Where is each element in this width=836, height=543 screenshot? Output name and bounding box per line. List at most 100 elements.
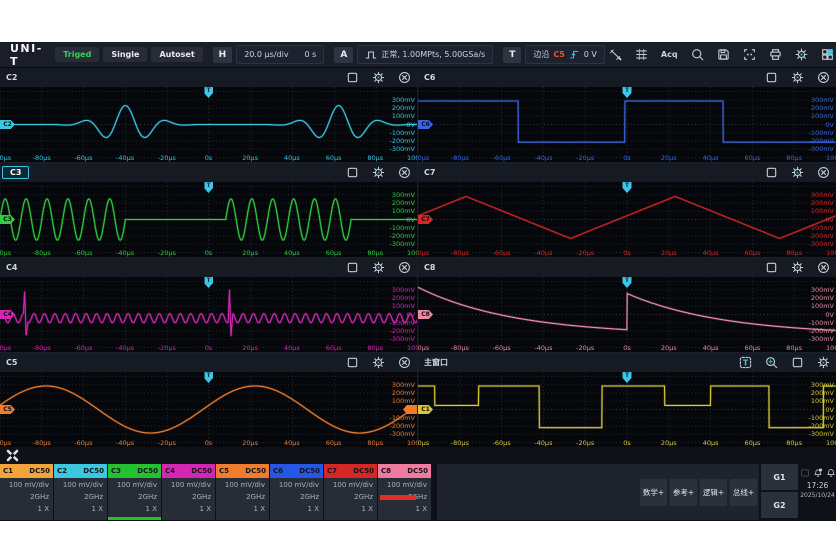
waveform-plot-c5[interactable]: TC5300mV200mV100mV0V-100mV-200mV-300mV-1… — [0, 372, 417, 447]
checkbox-icon[interactable] — [765, 71, 778, 84]
menu-button-2[interactable]: 逻辑+ — [700, 479, 727, 506]
bell-badge-icon[interactable] — [813, 468, 823, 478]
y-axis-label: 200mV — [392, 199, 415, 207]
acq-button[interactable]: Acq — [661, 50, 678, 59]
waveform-plot-c3[interactable]: TC3300mV200mV100mV0V-100mV-200mV-300mV-1… — [0, 182, 417, 257]
channel-badge-c7[interactable]: C7DC50100 mV/div2GHz1 X — [324, 464, 377, 520]
y-axis-label: -300mV — [389, 240, 415, 248]
panel-title-c3[interactable]: C3 — [2, 166, 29, 179]
x-axis-label: 80µs — [786, 249, 802, 257]
gear-icon[interactable] — [372, 71, 385, 84]
acquire-label[interactable]: A — [334, 47, 353, 63]
waveform-plot-c4[interactable]: TC4300mV200mV100mV0V-100mV-200mV-300mV-1… — [0, 277, 417, 352]
measure-icon[interactable] — [635, 48, 648, 61]
acquire-box[interactable]: 正常, 1.00MPts, 5.00GSa/s — [357, 45, 493, 64]
panel-title-c4[interactable]: C4 — [6, 263, 17, 272]
zoom-in-icon[interactable] — [765, 356, 778, 369]
layout-icon[interactable] — [821, 48, 834, 61]
gear-icon[interactable] — [791, 71, 804, 84]
y-axis-label: 200mV — [811, 199, 834, 207]
close-icon[interactable] — [398, 166, 411, 179]
waveform-svg — [0, 87, 417, 162]
panel-title-main[interactable]: 主窗口 — [424, 357, 448, 368]
gear-icon[interactable] — [791, 166, 804, 179]
trigger-box[interactable]: 边沿 C5 0 V — [525, 45, 605, 64]
y-axis-label: 100mV — [811, 112, 834, 120]
waveform-plot-c6[interactable]: TC6300mV200mV100mV0V-100mV-200mV-300mV-1… — [418, 87, 836, 162]
channel-badge-c8[interactable]: C8DC50100 mV/div2GHz1 X — [378, 464, 431, 520]
close-icon[interactable] — [398, 261, 411, 274]
checkbox-icon[interactable] — [346, 166, 359, 179]
waveform-plot-main[interactable]: TC1300mV200mV100mV0V-100mV-200mV-300mV-1… — [418, 372, 836, 447]
close-icon[interactable] — [817, 261, 830, 274]
panel-title-c7[interactable]: C7 — [424, 168, 435, 177]
checkbox-icon[interactable] — [346, 356, 359, 369]
y-axis-label: -100mV — [808, 319, 834, 327]
print-icon[interactable] — [769, 48, 782, 61]
x-axis-label: -20µs — [576, 249, 594, 257]
gear-icon[interactable] — [372, 356, 385, 369]
channel-id: C5 — [219, 467, 229, 475]
x-axis-label: 100µs — [407, 249, 417, 257]
x-axis-label: 20µs — [242, 249, 258, 257]
multi-window-close-icon[interactable] — [5, 448, 20, 463]
y-axis-label: 0V — [406, 121, 415, 129]
bell-icon[interactable] — [826, 468, 836, 478]
oscilloscope-app: UNI-T Triged Single Autoset H 20.0 µs/di… — [0, 42, 836, 521]
trigger-status-button[interactable]: Triged — [55, 47, 99, 62]
menu-button-3[interactable]: 总线+ — [730, 479, 757, 506]
checkbox-icon[interactable] — [765, 166, 778, 179]
y-axis-label: 0V — [825, 311, 834, 319]
channel-id: C4 — [165, 467, 175, 475]
close-icon[interactable] — [817, 71, 830, 84]
close-icon[interactable] — [817, 166, 830, 179]
settings-icon[interactable] — [795, 48, 808, 61]
gear-icon[interactable] — [817, 356, 830, 369]
close-icon[interactable] — [398, 71, 411, 84]
channel-badge-c4[interactable]: C4DC50100 mV/div2GHz1 X — [162, 464, 215, 520]
probe-value: 1 X — [0, 502, 53, 514]
panel-header-c5: C5 — [0, 353, 417, 372]
x-axis-label: 40µs — [284, 249, 300, 257]
waveform-plot-c2[interactable]: TC2300mV200mV100mV0V-100mV-200mV-300mV-1… — [0, 87, 417, 162]
panel-title-c2[interactable]: C2 — [6, 73, 17, 82]
y-axis-label: 0V — [406, 406, 415, 414]
horizontal-label[interactable]: H — [213, 47, 233, 63]
x-axis-label: -60µs — [493, 249, 511, 257]
gear-icon[interactable] — [791, 261, 804, 274]
checkbox-icon[interactable] — [346, 71, 359, 84]
checkbox-icon[interactable] — [791, 356, 804, 369]
trigger-label[interactable]: T — [503, 47, 521, 63]
channel-badge-c5[interactable]: C5DC50100 mV/div2GHz1 X — [216, 464, 269, 520]
search-icon[interactable] — [691, 48, 704, 61]
channel-badge-c6[interactable]: C6DC50100 mV/div2GHz1 X — [270, 464, 323, 520]
panel-title-c5[interactable]: C5 — [6, 358, 17, 367]
save-icon[interactable] — [717, 48, 730, 61]
cursor-icon[interactable] — [609, 48, 622, 61]
bottom-bar: C1DC50100 mV/div2GHz1 XC2DC50100 mV/div2… — [0, 447, 836, 520]
panel-title-c6[interactable]: C6 — [424, 73, 435, 82]
trigger-box-icon[interactable]: T — [739, 356, 752, 369]
y-axis-label: -100mV — [389, 414, 415, 422]
waveform-plot-c8[interactable]: TC8300mV200mV100mV0V-100mV-200mV-300mV-1… — [418, 277, 836, 352]
g2-button[interactable]: G2 — [761, 492, 798, 518]
panel-title-c8[interactable]: C8 — [424, 263, 435, 272]
close-icon[interactable] — [398, 356, 411, 369]
channel-id: C3 — [111, 467, 121, 475]
screenshot-icon[interactable] — [743, 48, 756, 61]
single-button[interactable]: Single — [103, 47, 147, 62]
checkbox-icon[interactable] — [346, 261, 359, 274]
gear-icon[interactable] — [372, 261, 385, 274]
menu-button-1[interactable]: 参考+ — [670, 479, 697, 506]
checkbox-icon[interactable] — [765, 261, 778, 274]
channel-badge-c3[interactable]: C3DC50100 mV/div2GHz1 X — [108, 464, 161, 520]
menu-button-0[interactable]: 数学+ — [640, 479, 667, 506]
waveform-plot-c7[interactable]: TC7300mV200mV100mV0V-100mV-200mV-300mV-1… — [418, 182, 836, 257]
channel-badge-c2[interactable]: C2DC50100 mV/div2GHz1 X — [54, 464, 107, 520]
g1-button[interactable]: G1 — [761, 464, 798, 490]
channel-badge-c1[interactable]: C1DC50100 mV/div2GHz1 X — [0, 464, 53, 520]
autoset-button[interactable]: Autoset — [151, 47, 202, 62]
channel-id: C6 — [273, 467, 283, 475]
horizontal-box[interactable]: 20.0 µs/div 0 s — [236, 45, 324, 64]
gear-icon[interactable] — [372, 166, 385, 179]
